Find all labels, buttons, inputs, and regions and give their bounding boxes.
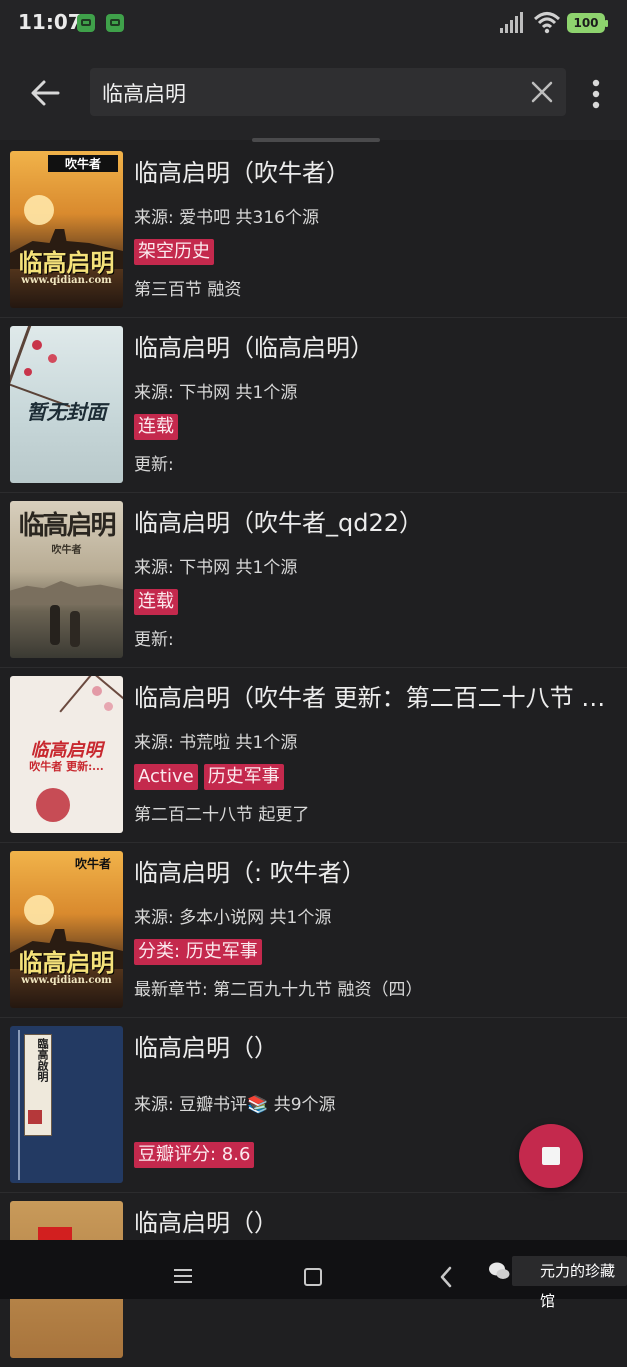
wechat-icon: [489, 1262, 510, 1279]
cover-subtitle: 吹牛者 更新:...: [29, 760, 104, 773]
list-item[interactable]: 临高启明 吹牛者 临高启明（吹牛者_qd22） 来源: 下书网 共1个源 连载 …: [0, 493, 627, 668]
tag-badge: 架空历史: [134, 239, 214, 265]
latest-chapter: 第三百节 融资: [134, 280, 242, 300]
book-source: 来源: 下书网 共1个源: [134, 558, 298, 578]
more-vert-icon[interactable]: [588, 78, 604, 110]
book-title: 临高启明（吹牛者_qd22）: [134, 509, 424, 537]
cover-author: 吹牛者: [51, 545, 82, 556]
tag-badge: 连载: [134, 589, 178, 615]
latest-chapter: 第二百二十八节 起更了: [134, 805, 310, 825]
book-tags: 连载: [134, 414, 184, 440]
stop-button[interactable]: [519, 1124, 583, 1188]
cover-url: www.qidian.com: [21, 975, 112, 986]
cover-title: 暂无封面: [26, 400, 107, 424]
search-input[interactable]: 临高启明: [90, 68, 566, 116]
search-toolbar: 临高启明: [0, 48, 627, 140]
list-item[interactable]: 临高启明 吹牛者 更新:... 临高启明（吹牛者 更新：第二百二十八节 起更了）…: [0, 668, 627, 843]
tag-badge: 历史军事: [203, 764, 284, 790]
book-source: 来源: 豆瓣书评📚 共9个源: [134, 1095, 336, 1115]
book-tags: 分类: 历史军事: [134, 939, 268, 965]
back-arrow-icon[interactable]: [28, 76, 62, 110]
cover-url: www.qidian.com: [21, 275, 112, 286]
battery-icon: 100: [567, 13, 608, 33]
book-cover: 臨高啟明: [10, 1026, 123, 1183]
book-tags: 架空历史: [134, 239, 220, 265]
book-source: 来源: 爱书吧 共316个源: [134, 208, 319, 228]
list-item[interactable]: 吹牛者 临高启明 www.qidian.com 临高启明（吹牛者） 来源: 爱书…: [0, 143, 627, 318]
android-notification-icon: [106, 14, 124, 32]
tag-badge: 豆瓣评分: 8.6: [134, 1142, 255, 1168]
wifi-icon: [533, 12, 561, 34]
book-title: 临高启明（吹牛者 更新：第二百二十八节 起更了）: [134, 684, 620, 712]
book-cover: 吹牛者 临高启明 www.qidian.com: [10, 151, 123, 308]
latest-chapter: 更新:: [134, 455, 174, 475]
cover-author: 吹牛者: [48, 155, 118, 172]
book-tags: Active 历史军事: [134, 764, 290, 790]
book-tags: 连载: [134, 589, 184, 615]
list-item[interactable]: 吹牛者 临高启明 www.qidian.com 临高启明（: 吹牛者） 来源: …: [0, 843, 627, 1018]
latest-chapter: 更新:: [134, 630, 174, 650]
signal-icon: [500, 12, 523, 33]
latest-chapter: 最新章节: 第二百九十九节 融资（四）: [134, 980, 423, 1000]
book-source: 来源: 下书网 共1个源: [134, 383, 298, 403]
progress-handle: [252, 138, 380, 142]
cover-title: 临高启明: [18, 248, 115, 277]
home-icon[interactable]: [304, 1268, 322, 1286]
tag-badge: Active: [134, 764, 198, 790]
book-title: 临高启明（）: [134, 1209, 278, 1237]
book-source: 来源: 书荒啦 共1个源: [134, 733, 298, 753]
book-source: 来源: 多本小说网 共1个源: [134, 908, 332, 928]
tag-badge: 分类: 历史军事: [134, 939, 262, 965]
cover-title: 临高启明: [18, 948, 115, 977]
status-time: 11:07: [18, 10, 82, 34]
menu-icon[interactable]: [172, 1268, 194, 1284]
back-icon[interactable]: [438, 1266, 454, 1288]
book-title: 临高启明（吹牛者）: [134, 159, 350, 187]
search-query[interactable]: 临高启明: [102, 78, 186, 108]
book-cover: 临高启明 吹牛者: [10, 501, 123, 658]
android-notification-icon: [77, 14, 95, 32]
book-cover: 吹牛者 临高启明 www.qidian.com: [10, 851, 123, 1008]
book-title: 临高启明（临高启明）: [134, 334, 374, 362]
cover-author: 吹牛者: [74, 857, 111, 871]
cover-title: 临高启明: [18, 511, 116, 541]
close-icon[interactable]: [530, 80, 554, 104]
book-title: 临高启明（: 吹牛者）: [134, 859, 366, 887]
system-navigation-bar: 元力的珍藏馆: [0, 1240, 627, 1310]
search-results-list: 吹牛者 临高启明 www.qidian.com 临高启明（吹牛者） 来源: 爱书…: [0, 143, 627, 1367]
watermark-label: 元力的珍藏馆: [512, 1256, 627, 1310]
list-item[interactable]: 暂无封面 临高启明（临高启明） 来源: 下书网 共1个源 连载 更新:: [0, 318, 627, 493]
book-title: 临高启明（）: [134, 1034, 278, 1062]
status-bar: 11:07 100: [0, 0, 627, 48]
book-cover: 暂无封面: [10, 326, 123, 483]
book-tags: 豆瓣评分: 8.6: [134, 1142, 260, 1168]
book-cover: 临高启明 吹牛者 更新:...: [10, 676, 123, 833]
tag-badge: 连载: [134, 414, 178, 440]
cover-title: 臨高啟明: [36, 1038, 49, 1082]
